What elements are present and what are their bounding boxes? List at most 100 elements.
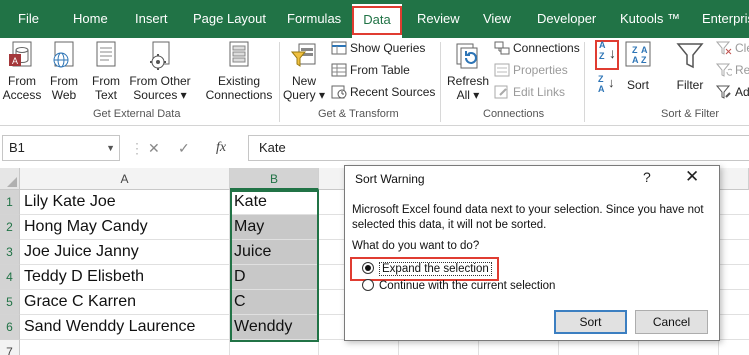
row-header-7[interactable]: 7 — [0, 340, 20, 355]
continue-current-selection-label: Continue with the current selection — [379, 280, 556, 292]
tab-review[interactable]: Review — [417, 0, 460, 38]
existing-connections-button[interactable]: Existing Connections — [202, 38, 276, 102]
insert-function-icon[interactable]: fx — [216, 135, 226, 161]
help-icon[interactable]: ? — [643, 169, 651, 185]
continue-current-selection-radio[interactable] — [362, 278, 374, 291]
row-header-3[interactable]: 3 — [0, 240, 20, 265]
from-text-label-1: From — [92, 74, 120, 88]
connections-label: Connections — [513, 41, 580, 55]
name-box-value: B1 — [9, 140, 25, 155]
connections-button[interactable]: Connections — [494, 38, 580, 58]
svg-text:Z: Z — [641, 55, 647, 65]
group-label-connections: Connections — [483, 108, 545, 120]
row-header-2[interactable]: 2 — [0, 215, 20, 240]
dots-handle-icon[interactable]: ⋮ — [130, 135, 144, 161]
chevron-down-icon[interactable]: ▼ — [106, 136, 115, 160]
dialog-title: Sort Warning — [355, 172, 425, 186]
row-header-4[interactable]: 4 — [0, 265, 20, 290]
properties-icon — [494, 63, 510, 77]
group-separator — [440, 42, 441, 122]
cell-b5[interactable]: C — [230, 290, 319, 315]
other-sources-icon — [145, 40, 175, 72]
tab-insert[interactable]: Insert — [135, 0, 168, 38]
recent-sources-button[interactable]: Recent Sources — [331, 82, 435, 102]
tab-developer[interactable]: Developer — [537, 0, 596, 38]
tab-page-layout[interactable]: Page Layout — [193, 0, 266, 38]
dialog-message: Microsoft Excel found data next to your … — [352, 204, 704, 231]
sort-warning-dialog: Sort Warning ? ✕ Microsoft Excel found d… — [344, 165, 720, 341]
name-box[interactable]: B1 ▼ — [2, 135, 120, 161]
sort-a-to-z-button[interactable]: AZ ↓ — [595, 40, 619, 70]
refresh-all-button[interactable]: Refresh All ▾ — [444, 38, 492, 102]
row-header-1[interactable]: 1 — [0, 190, 20, 215]
cell-a7[interactable] — [20, 340, 230, 355]
tab-formulas[interactable]: Formulas — [287, 0, 341, 38]
cell-a1[interactable]: Lily Kate Joe — [20, 190, 230, 215]
row-header-5[interactable]: 5 — [0, 290, 20, 315]
sort-dialog-button[interactable]: Sort — [554, 310, 627, 334]
new-query-button[interactable]: New Query ▾ — [282, 38, 326, 102]
sort-up-arrow-icon: ↓ — [608, 75, 615, 90]
from-other-sources-button[interactable]: From Other Sources ▾ — [128, 38, 192, 102]
expand-selection-option[interactable]: Expand the selection — [362, 260, 492, 278]
advanced-filter-button[interactable]: Adv — [715, 82, 749, 102]
edit-links-button[interactable]: Edit Links — [494, 82, 565, 102]
sort-button[interactable]: ZAAZ Sort — [622, 38, 654, 92]
connections-icon — [494, 41, 510, 55]
from-table-button[interactable]: From Table — [331, 60, 410, 80]
advanced-filter-icon — [715, 85, 732, 99]
sort-a-to-z-icon: AZ — [599, 40, 606, 61]
cancel-entry-icon[interactable]: ✕ — [148, 135, 160, 161]
clear-filter-label: Cle — [735, 41, 749, 55]
cell-b7[interactable] — [230, 340, 319, 355]
cell-a2[interactable]: Hong May Candy — [20, 215, 230, 240]
group-label-get-external-data: Get External Data — [93, 108, 181, 120]
cell-a5[interactable]: Grace C Karren — [20, 290, 230, 315]
new-query-label-1: New — [291, 74, 316, 88]
cell-b1[interactable]: Kate — [230, 190, 319, 215]
row-header-6[interactable]: 6 — [0, 315, 20, 340]
table-icon — [331, 41, 347, 55]
select-all-button[interactable] — [0, 168, 20, 190]
from-access-label-1: From — [8, 74, 36, 88]
svg-text:A: A — [632, 55, 639, 65]
cancel-button[interactable]: Cancel — [635, 310, 708, 334]
expand-selection-radio[interactable] — [362, 261, 374, 274]
close-icon[interactable]: ✕ — [685, 167, 699, 187]
sort-z-to-a-icon: ZA — [598, 74, 605, 94]
refresh-icon — [453, 40, 483, 72]
cell-a4[interactable]: Teddy D Elisbeth — [20, 265, 230, 290]
filter-button[interactable]: Filter — [672, 38, 708, 92]
refresh-all-label-1: Refresh — [446, 74, 490, 88]
cell-b2[interactable]: May — [230, 215, 319, 240]
existing-connections-label-1: Existing — [217, 74, 261, 88]
tab-home[interactable]: Home — [73, 0, 108, 38]
data-tab-highlight-box — [352, 6, 402, 35]
formula-input[interactable]: Kate — [248, 135, 749, 161]
from-access-button[interactable]: A From Access — [2, 38, 42, 102]
from-web-button[interactable]: From Web — [46, 38, 82, 102]
properties-button[interactable]: Properties — [494, 60, 568, 80]
tab-view[interactable]: View — [483, 0, 511, 38]
cell-a6[interactable]: Sand Wenddy Laurence — [20, 315, 230, 340]
show-queries-button[interactable]: Show Queries — [331, 38, 425, 58]
from-text-button[interactable]: From Text — [88, 38, 124, 102]
clear-filter-button[interactable]: Cle — [715, 38, 749, 58]
column-header-a[interactable]: A — [20, 168, 230, 190]
cell-b4[interactable]: D — [230, 265, 319, 290]
cell-b3[interactable]: Juice — [230, 240, 319, 265]
enter-entry-icon[interactable]: ✓ — [178, 135, 190, 161]
cell-a3[interactable]: Joe Juice Janny — [20, 240, 230, 265]
column-header-b[interactable]: B — [230, 168, 319, 190]
reapply-filter-label: Rea — [735, 63, 749, 77]
tab-enterprise[interactable]: Enterprise — [702, 0, 749, 38]
cell-b6[interactable]: Wenddy — [230, 315, 319, 340]
tab-kutools[interactable]: Kutools ™ — [620, 0, 680, 38]
sort-z-to-a-button[interactable]: ZA ↓ — [597, 74, 617, 96]
tab-file[interactable]: File — [18, 0, 39, 38]
from-table-icon — [331, 63, 347, 77]
from-other-sources-label-1: From Other — [129, 74, 191, 88]
continue-current-selection-option[interactable]: Continue with the current selection — [362, 277, 555, 295]
reapply-filter-button[interactable]: Rea — [715, 60, 749, 80]
expand-selection-label: Expand the selection — [379, 262, 492, 276]
